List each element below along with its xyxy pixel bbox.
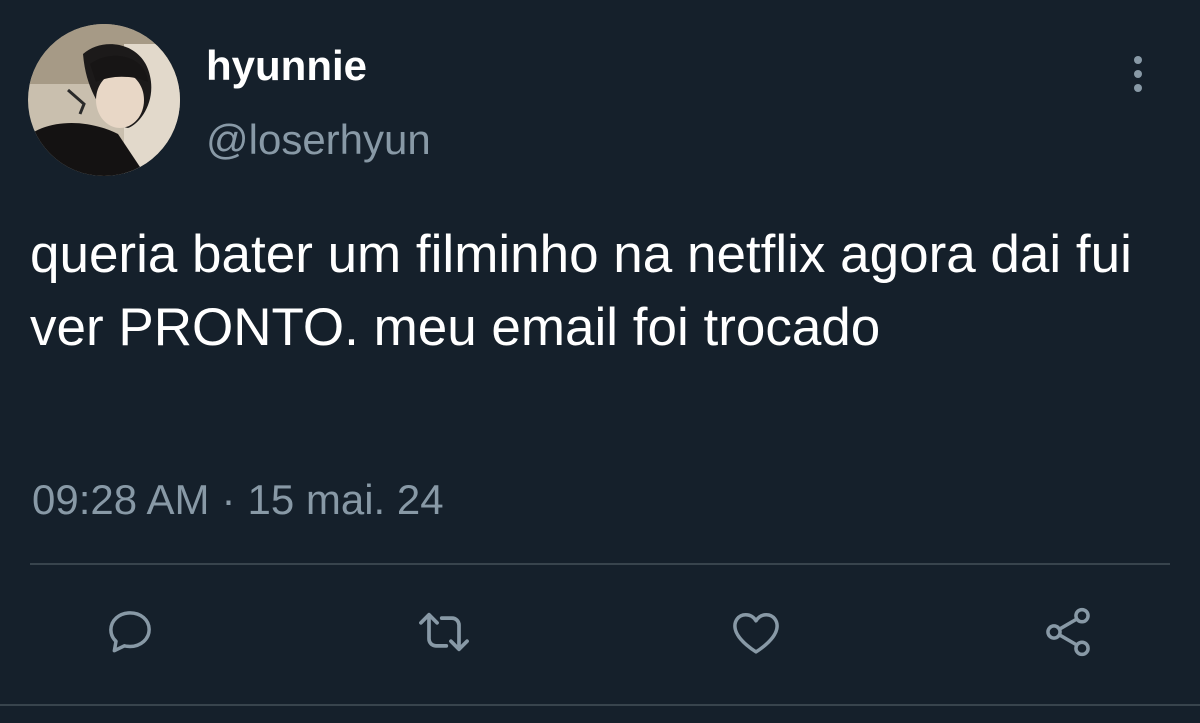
share-icon [1046,607,1090,657]
more-vertical-icon [1134,56,1142,92]
reply-icon [109,611,151,653]
reply-button[interactable] [98,600,162,664]
more-options-button[interactable] [1118,50,1158,98]
avatar[interactable] [28,24,180,176]
author-handle[interactable]: @loserhyun [206,116,431,164]
share-button[interactable] [1036,600,1100,664]
retweet-button[interactable] [412,600,476,664]
tweet-time: 09:28 AM [32,476,210,523]
like-button[interactable] [724,600,788,664]
divider [30,563,1170,565]
heart-icon [733,612,779,654]
tweet-text: queria bater um filminho na netflix agor… [30,225,1132,357]
author-display-name[interactable]: hyunnie [206,42,367,90]
timestamp-separator: · [221,476,236,523]
tweet-card: hyunnie @loserhyun queria bater um filmi… [0,0,1200,723]
bottom-divider [0,704,1200,706]
tweet-timestamp[interactable]: 09:28 AM · 15 mai. 24 [32,474,444,526]
retweet-icon [419,612,469,652]
tweet-date: 15 mai. 24 [247,476,444,523]
avatar-photo [28,24,180,176]
